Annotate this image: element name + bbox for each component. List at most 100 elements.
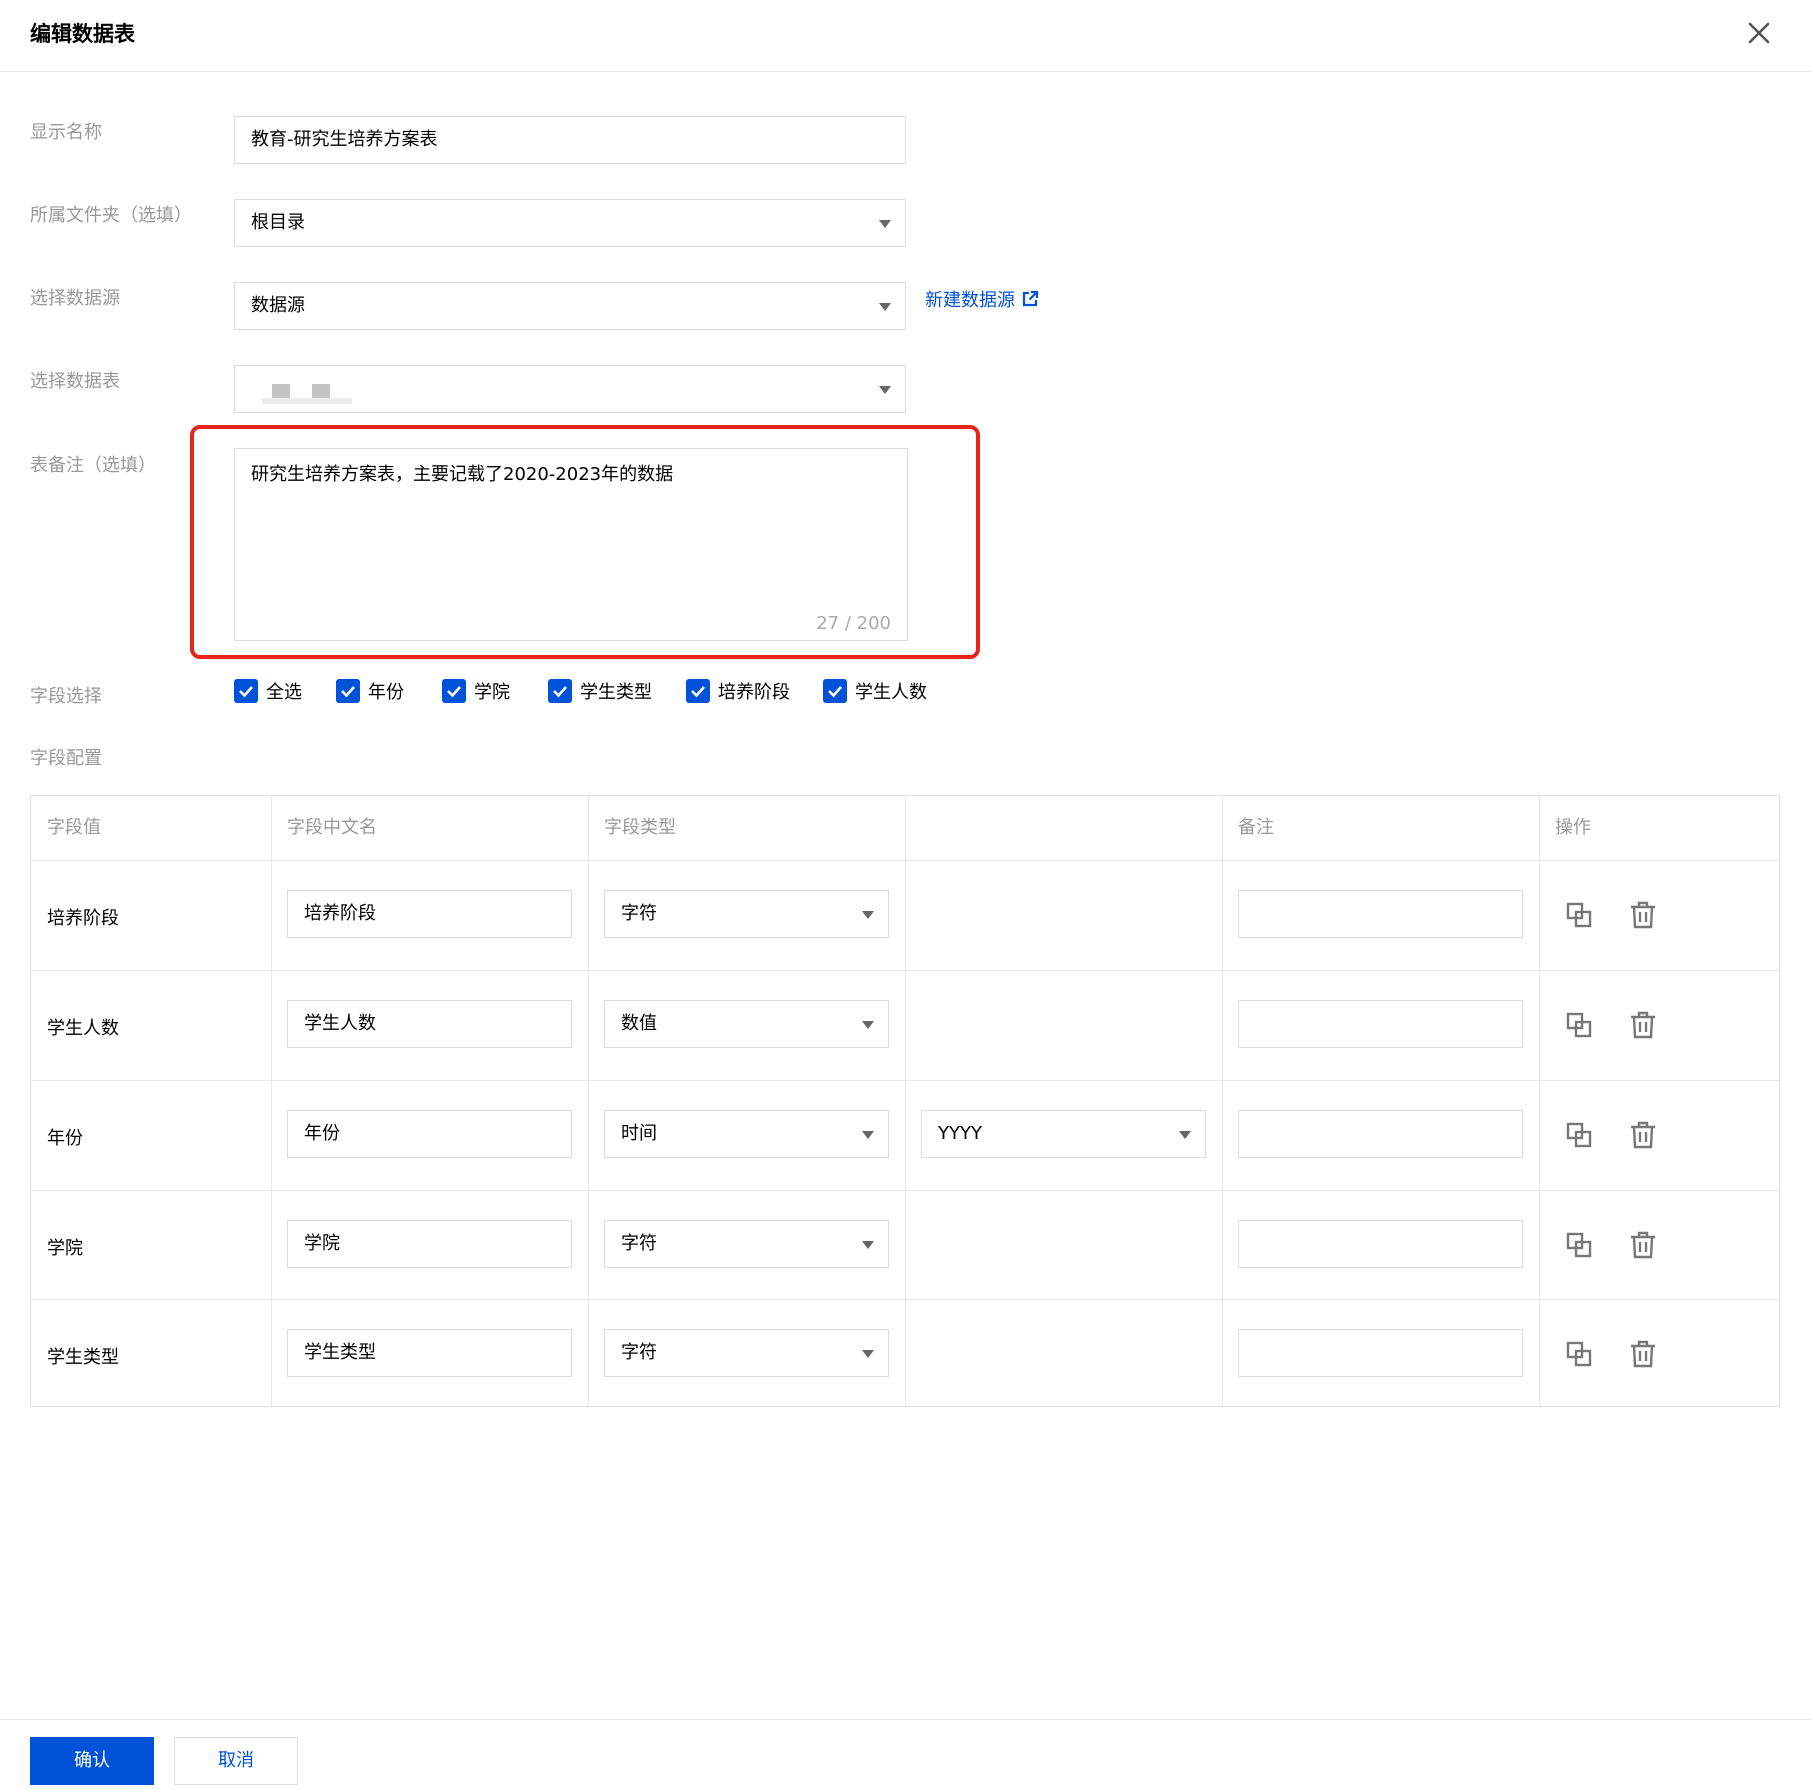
check-icon [548, 679, 572, 703]
datasource-select[interactable]: 数据源 [234, 282, 906, 330]
checkbox-year[interactable]: 年份 [336, 678, 404, 704]
row-divider [31, 1080, 1779, 1081]
display-name-label: 显示名称 [30, 122, 102, 143]
copy-icon[interactable] [1565, 1011, 1593, 1039]
time-format-select[interactable]: YYYY [921, 1110, 1206, 1158]
trash-icon[interactable] [1629, 1231, 1657, 1259]
field-type-select[interactable]: 字符 [604, 1329, 889, 1377]
remark-textarea[interactable]: 研究生培养方案表，主要记载了2020-2023年的数据 27 / 200 [234, 448, 908, 641]
field-type-value: 字符 [621, 903, 657, 924]
column-header [905, 796, 921, 860]
column-header: 备注 [1238, 817, 1274, 838]
checkbox-label: 学生人数 [855, 682, 927, 703]
chevron-down-icon [879, 386, 891, 394]
row-divider [31, 860, 1779, 861]
cn-name-input[interactable]: 培养阶段 [287, 890, 572, 938]
datasource-select-value: 数据源 [251, 295, 305, 316]
folder-label: 所属文件夹（选填） [30, 205, 192, 226]
trash-icon[interactable] [1629, 1121, 1657, 1149]
redacted-value [262, 382, 352, 404]
field-type-select[interactable]: 字符 [604, 1220, 889, 1268]
new-datasource-link-label: 新建数据源 [925, 290, 1015, 311]
dialog-title: 编辑数据表 [30, 22, 135, 46]
field-config-table: 字段值 字段中文名 字段类型 备注 操作 培养阶段 培养阶段 字符 学生人数 学… [30, 795, 1780, 1407]
remark-textarea-value: 研究生培养方案表，主要记载了2020-2023年的数据 [251, 464, 674, 485]
row-divider [31, 970, 1779, 971]
checkbox-label: 学院 [474, 682, 510, 703]
chevron-down-icon [862, 1131, 874, 1139]
check-icon [234, 679, 258, 703]
trash-icon[interactable] [1629, 1011, 1657, 1039]
chevron-down-icon [879, 220, 891, 228]
column-header: 操作 [1555, 817, 1591, 838]
checkbox-student-type[interactable]: 学生类型 [548, 678, 652, 704]
display-name-input[interactable]: 教育-研究生培养方案表 [234, 116, 906, 164]
copy-icon[interactable] [1565, 901, 1593, 929]
field-type-select[interactable]: 数值 [604, 1000, 889, 1048]
chevron-down-icon [862, 1241, 874, 1249]
cancel-button[interactable]: 取消 [174, 1737, 298, 1785]
column-header: 字段中文名 [287, 817, 377, 838]
footer-divider [0, 1719, 1812, 1720]
check-icon [686, 679, 710, 703]
column-header: 字段类型 [604, 817, 676, 838]
datasource-label: 选择数据源 [30, 288, 120, 309]
column-divider [271, 796, 272, 1406]
field-value: 学院 [47, 1238, 83, 1259]
chevron-down-icon [862, 911, 874, 919]
field-value: 学生人数 [47, 1018, 119, 1039]
remark-input[interactable] [1238, 1000, 1523, 1048]
cn-name-input[interactable]: 学生人数 [287, 1000, 572, 1048]
check-icon [823, 679, 847, 703]
trash-icon[interactable] [1629, 1340, 1657, 1368]
check-icon [442, 679, 466, 703]
field-type-select[interactable]: 时间 [604, 1110, 889, 1158]
folder-select[interactable]: 根目录 [234, 199, 906, 247]
chevron-down-icon [862, 1350, 874, 1358]
remark-input[interactable] [1238, 1329, 1523, 1377]
field-type-select[interactable]: 字符 [604, 890, 889, 938]
chevron-down-icon [862, 1021, 874, 1029]
field-select-label: 字段选择 [30, 686, 102, 707]
field-type-value: 时间 [621, 1123, 657, 1144]
confirm-button[interactable]: 确认 [30, 1737, 154, 1785]
copy-icon[interactable] [1565, 1340, 1593, 1368]
chevron-down-icon [879, 303, 891, 311]
column-divider [588, 796, 589, 1406]
char-counter: 27 / 200 [816, 613, 891, 634]
new-datasource-link[interactable]: 新建数据源 [925, 286, 1039, 312]
copy-icon[interactable] [1565, 1231, 1593, 1259]
field-type-value: 字符 [621, 1342, 657, 1363]
column-divider [1539, 796, 1540, 1406]
row-divider [31, 1299, 1779, 1300]
checkbox-label: 培养阶段 [718, 682, 790, 703]
checkbox-student-count[interactable]: 学生人数 [823, 678, 927, 704]
checkbox-college[interactable]: 学院 [442, 678, 510, 704]
field-type-value: 数值 [621, 1013, 657, 1034]
copy-icon[interactable] [1565, 1121, 1593, 1149]
remark-input[interactable] [1238, 1110, 1523, 1158]
field-value: 学生类型 [47, 1347, 119, 1368]
cn-name-input[interactable]: 学生类型 [287, 1329, 572, 1377]
cn-name-input[interactable]: 学院 [287, 1220, 572, 1268]
field-value: 年份 [47, 1128, 83, 1149]
checkbox-select-all[interactable]: 全选 [234, 678, 302, 704]
trash-icon[interactable] [1629, 901, 1657, 929]
column-header: 字段值 [47, 817, 101, 838]
checkbox-stage[interactable]: 培养阶段 [686, 678, 790, 704]
column-divider [905, 796, 906, 1406]
folder-select-value: 根目录 [251, 212, 305, 233]
field-config-label: 字段配置 [30, 748, 102, 769]
cn-name-input[interactable]: 年份 [287, 1110, 572, 1158]
close-icon[interactable] [1744, 18, 1774, 48]
remark-input[interactable] [1238, 1220, 1523, 1268]
remark-label: 表备注（选填） [30, 455, 156, 476]
column-divider [1222, 796, 1223, 1406]
field-value: 培养阶段 [47, 908, 119, 929]
checkbox-label: 学生类型 [580, 682, 652, 703]
remark-input[interactable] [1238, 890, 1523, 938]
external-link-icon [1015, 290, 1039, 311]
dialog-header: 编辑数据表 [0, 0, 1812, 72]
check-icon [336, 679, 360, 703]
checkbox-label: 年份 [368, 682, 404, 703]
